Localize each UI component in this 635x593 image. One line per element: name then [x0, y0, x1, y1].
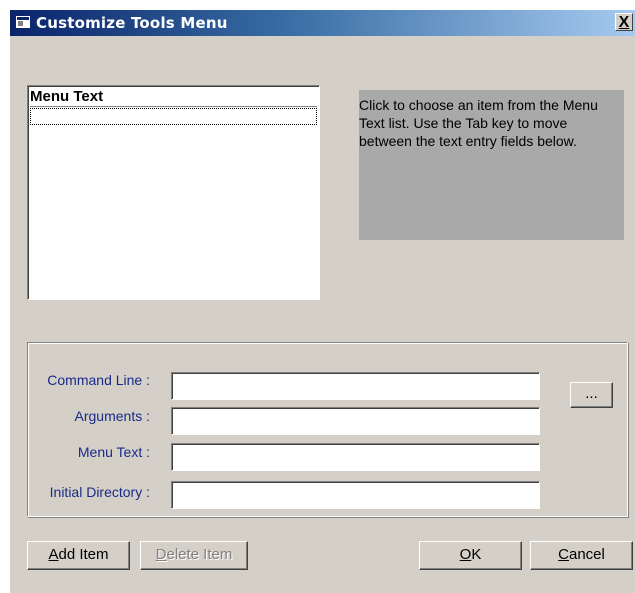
command-line-label: Command Line :	[47, 372, 150, 388]
ok-button[interactable]: OK	[419, 541, 522, 570]
menu-text-label: Menu Text :	[77, 444, 150, 460]
arguments-field[interactable]	[171, 407, 540, 435]
initial-directory-label: Initial Directory :	[49, 484, 150, 500]
command-line-field[interactable]	[171, 372, 540, 400]
initial-directory-field[interactable]	[171, 481, 540, 509]
arguments-label: Arguments :	[74, 408, 150, 424]
browse-button[interactable]: ...	[570, 382, 613, 408]
dialog-window: Customize Tools Menu X Menu Text Click t…	[10, 10, 635, 593]
window-title: Customize Tools Menu	[36, 14, 228, 32]
cancel-button[interactable]: Cancel	[530, 541, 633, 570]
list-header: Menu Text	[30, 88, 104, 105]
menu-text-listbox[interactable]: Menu Text	[27, 85, 320, 300]
close-icon: X	[618, 14, 630, 31]
help-text: Click to choose an item from the Menu Te…	[359, 97, 598, 149]
delete-item-button[interactable]: Delete Item	[140, 541, 248, 570]
help-panel: Click to choose an item from the Menu Te…	[359, 90, 624, 240]
title-bar[interactable]: Customize Tools Menu X	[10, 10, 635, 36]
list-header-divider	[30, 106, 317, 107]
window-icon	[16, 16, 30, 28]
menu-text-field[interactable]	[171, 443, 540, 471]
add-item-button[interactable]: Add Item	[27, 541, 130, 570]
close-button[interactable]: X	[615, 13, 633, 31]
list-item[interactable]	[30, 108, 317, 125]
